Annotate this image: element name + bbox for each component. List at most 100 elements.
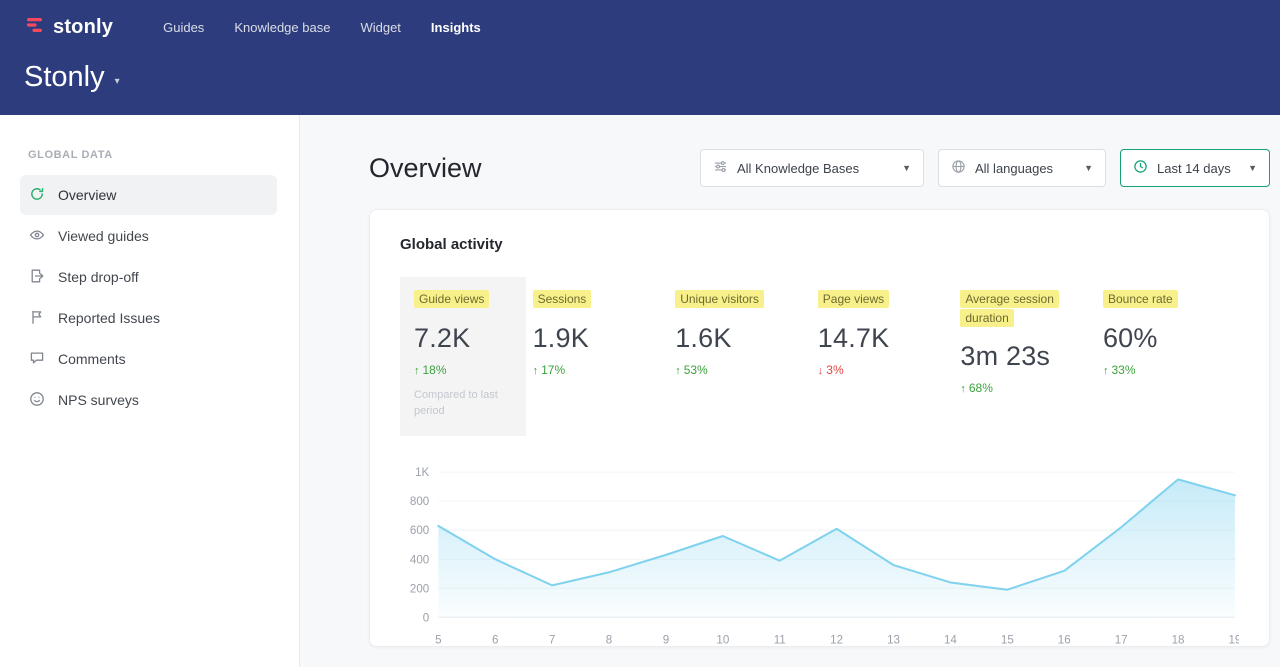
metric-unique-visitors[interactable]: Unique visitors 1.6K ↑53% (675, 277, 811, 390)
flag-icon (29, 309, 45, 328)
svg-text:19: 19 (1229, 634, 1239, 646)
trend-arrow-icon: ↑ (675, 365, 681, 377)
svg-text:16: 16 (1058, 634, 1071, 646)
page-title: Overview (369, 153, 482, 184)
sidebar-item-label: Viewed guides (58, 228, 149, 244)
metric-value: 7.2K (414, 323, 512, 354)
metric-label: Bounce rate (1103, 290, 1178, 308)
svg-text:13: 13 (887, 634, 900, 646)
sidebar: GLOBAL DATA Overview Viewed guides (0, 115, 300, 667)
nav-row: stonly Guides Knowledge base Widget Insi… (24, 10, 1256, 44)
svg-text:600: 600 (410, 525, 429, 537)
svg-text:12: 12 (830, 634, 843, 646)
metric-change: ↑33% (1103, 363, 1239, 377)
chevron-down-icon: ▼ (1084, 163, 1093, 173)
metric-guide-views[interactable]: Guide views 7.2K ↑18% Compared to last p… (400, 277, 526, 436)
clock-icon (1133, 159, 1148, 177)
svg-text:0: 0 (423, 612, 429, 624)
svg-text:800: 800 (410, 496, 429, 508)
metric-label: Unique visitors (675, 290, 764, 308)
main-panel: Overview All Knowledge Bases ▼ (300, 115, 1280, 667)
stonly-logo[interactable]: stonly (24, 14, 113, 41)
metric-page-views[interactable]: Page views 14.7K ↓3% (818, 277, 954, 390)
svg-text:7: 7 (549, 634, 555, 646)
metric-change: ↑17% (533, 363, 669, 377)
stonly-logo-icon (24, 14, 46, 41)
metric-bounce-rate[interactable]: Bounce rate 60% ↑33% (1103, 277, 1239, 390)
brand-name: stonly (53, 16, 113, 39)
nav-item-widget[interactable]: Widget (360, 20, 400, 35)
svg-text:8: 8 (606, 634, 612, 646)
sidebar-item-label: Step drop-off (58, 269, 139, 285)
trend-arrow-icon: ↑ (533, 365, 539, 377)
filter-label: All languages (975, 161, 1053, 176)
svg-text:1K: 1K (415, 467, 429, 479)
trend-arrow-icon: ↓ (818, 365, 824, 377)
svg-text:5: 5 (435, 634, 441, 646)
knowledge-bases-filter-dropdown[interactable]: All Knowledge Bases ▼ (700, 149, 924, 187)
sidebar-item-comments[interactable]: Comments (20, 339, 277, 379)
metric-label: Sessions (533, 290, 592, 308)
svg-text:400: 400 (410, 554, 429, 566)
metric-sessions[interactable]: Sessions 1.9K ↑17% (533, 277, 669, 390)
svg-text:18: 18 (1172, 634, 1185, 646)
chevron-down-icon: ▼ (1248, 163, 1257, 173)
metric-value: 3m 23s (960, 341, 1096, 372)
chart-container: 0 200 400 600 800 1K 5 6 7 8 9 10 11 12 13 14 15 16 17 18 19 (400, 460, 1239, 647)
filter-label: Last 14 days (1157, 161, 1231, 176)
workspace-row: Stonly ▾ (24, 61, 1256, 94)
sidebar-item-reported-issues[interactable]: Reported Issues (20, 298, 277, 338)
metric-value: 60% (1103, 323, 1239, 354)
sidebar-section-label: GLOBAL DATA (28, 149, 299, 161)
sidebar-item-step-drop-off[interactable]: Step drop-off (20, 257, 277, 297)
svg-text:200: 200 (410, 583, 429, 595)
metric-change: ↑18% (414, 363, 512, 377)
global-activity-chart: 0 200 400 600 800 1K 5 6 7 8 9 10 11 12 13 14 15 16 17 18 19 (400, 460, 1239, 647)
sidebar-item-viewed-guides[interactable]: Viewed guides (20, 216, 277, 256)
metric-note: Compared to last period (414, 387, 512, 420)
svg-text:9: 9 (663, 634, 669, 646)
filters-bar: All Knowledge Bases ▼ All languages ▼ (700, 149, 1270, 187)
languages-filter-dropdown[interactable]: All languages ▼ (938, 149, 1106, 187)
svg-text:6: 6 (492, 634, 498, 646)
sidebar-item-nps-surveys[interactable]: NPS surveys (20, 380, 277, 420)
svg-text:15: 15 (1001, 634, 1014, 646)
step-dropoff-icon (29, 268, 45, 287)
globe-icon (951, 159, 966, 177)
sidebar-item-overview[interactable]: Overview (20, 175, 277, 215)
svg-text:14: 14 (944, 634, 957, 646)
chevron-down-icon: ▼ (902, 163, 911, 173)
metric-label: Guide views (414, 290, 489, 308)
metric-label: Average session duration (960, 290, 1059, 327)
metric-change: ↑53% (675, 363, 811, 377)
metric-label: Page views (818, 290, 889, 308)
smiley-icon (29, 391, 45, 410)
global-activity-card: Global activity Guide views 7.2K ↑18% Co… (369, 209, 1270, 647)
sliders-icon (713, 159, 728, 177)
date-range-filter-dropdown[interactable]: Last 14 days ▼ (1120, 149, 1270, 187)
svg-text:11: 11 (774, 634, 786, 646)
metric-average-session-duration[interactable]: Average session duration 3m 23s ↑68% (960, 277, 1096, 408)
metric-change: ↑68% (960, 381, 1096, 395)
nav-item-insights[interactable]: Insights (431, 20, 481, 35)
sidebar-item-label: NPS surveys (58, 392, 139, 408)
content-area: GLOBAL DATA Overview Viewed guides (0, 115, 1280, 667)
svg-text:10: 10 (716, 634, 729, 646)
filter-label: All Knowledge Bases (737, 161, 859, 176)
eye-icon (29, 227, 45, 246)
trend-arrow-icon: ↑ (1103, 365, 1109, 377)
workspace-chevron-down-icon[interactable]: ▾ (115, 76, 120, 87)
sidebar-item-label: Overview (58, 187, 116, 203)
metric-value: 14.7K (818, 323, 954, 354)
top-navigation-bar: stonly Guides Knowledge base Widget Insi… (0, 0, 1280, 115)
metrics-row: Guide views 7.2K ↑18% Compared to last p… (400, 277, 1239, 436)
sidebar-item-label: Reported Issues (58, 310, 160, 326)
nav-item-knowledge-base[interactable]: Knowledge base (234, 20, 330, 35)
svg-text:17: 17 (1115, 634, 1128, 646)
trend-arrow-icon: ↑ (960, 383, 966, 395)
comment-icon (29, 350, 45, 369)
workspace-title[interactable]: Stonly (24, 61, 105, 94)
metric-value: 1.6K (675, 323, 811, 354)
nav-item-guides[interactable]: Guides (163, 20, 204, 35)
metric-change: ↓3% (818, 363, 954, 377)
